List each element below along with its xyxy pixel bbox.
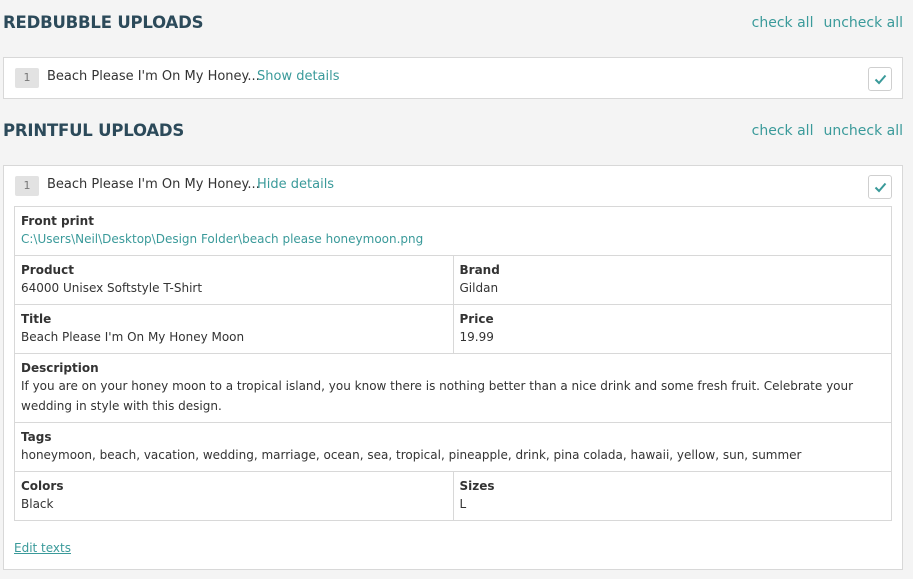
uploads-page: REDBUBBLE UPLOADS check all uncheck all 1… — [0, 0, 913, 579]
colors-value: Black — [21, 497, 54, 511]
redbubble-check-all-link[interactable]: check all — [752, 15, 814, 31]
tags-label: Tags — [21, 430, 52, 444]
price-value: 19.99 — [459, 330, 494, 344]
edit-texts-link[interactable]: Edit texts — [14, 541, 71, 555]
title-cell: Title Beach Please I'm On My Honey Moon — [15, 305, 453, 353]
details-row-description: Description If you are on your honey moo… — [15, 354, 891, 423]
sizes-value: L — [459, 497, 467, 511]
item-title: Beach Please I'm On My Honey... — [47, 69, 260, 84]
brand-cell: Brand Gildan — [452, 256, 892, 304]
colors-label: Colors — [21, 479, 64, 493]
product-cell: Product 64000 Unisex Softstyle T-Shirt — [15, 256, 453, 304]
title-label: Title — [21, 312, 52, 326]
printful-title: PRINTFUL UPLOADS — [3, 121, 185, 140]
price-label: Price — [459, 312, 494, 326]
details-row-front-print: Front print C:\Users\Neil\Desktop\Design… — [15, 207, 891, 256]
printful-check-all-link[interactable]: check all — [752, 123, 814, 139]
item-number-badge: 1 — [15, 68, 39, 88]
description-cell: Description If you are on your honey moo… — [15, 354, 891, 422]
details-table: Front print C:\Users\Neil\Desktop\Design… — [14, 206, 892, 521]
front-print-label: Front print — [21, 214, 94, 228]
redbubble-header: REDBUBBLE UPLOADS check all uncheck all — [0, 13, 913, 43]
check-icon — [874, 182, 886, 192]
redbubble-item-head: 1 Beach Please I'm On My Honey... Show d… — [4, 58, 902, 98]
printful-header: PRINTFUL UPLOADS check all uncheck all — [0, 121, 913, 151]
product-label: Product — [21, 263, 74, 277]
sizes-cell: Sizes L — [452, 472, 892, 520]
printful-upload-item: 1 Beach Please I'm On My Honey... Hide d… — [3, 165, 903, 570]
sizes-label: Sizes — [459, 479, 495, 493]
colors-cell: Colors Black — [15, 472, 453, 520]
redbubble-item-checkbox[interactable] — [868, 67, 892, 91]
tags-cell: Tags honeymoon, beach, vacation, wedding… — [15, 423, 891, 471]
details-row-tags: Tags honeymoon, beach, vacation, wedding… — [15, 423, 891, 472]
description-label: Description — [21, 361, 99, 375]
redbubble-check-links: check all uncheck all — [752, 15, 903, 31]
printful-uncheck-all-link[interactable]: uncheck all — [823, 123, 903, 139]
printful-item-checkbox[interactable] — [868, 175, 892, 199]
brand-label: Brand — [459, 263, 500, 277]
price-cell: Price 19.99 — [452, 305, 892, 353]
front-print-cell: Front print C:\Users\Neil\Desktop\Design… — [15, 207, 891, 255]
brand-value: Gildan — [459, 281, 499, 295]
printful-item-head: 1 Beach Please I'm On My Honey... Hide d… — [4, 166, 902, 206]
title-value: Beach Please I'm On My Honey Moon — [21, 330, 245, 344]
tags-value: honeymoon, beach, vacation, wedding, mar… — [21, 448, 802, 462]
front-print-path-link[interactable]: C:\Users\Neil\Desktop\Design Folder\beac… — [21, 229, 885, 249]
details-row-colors-sizes: Colors Black Sizes L — [15, 472, 891, 521]
details-row-title-price: Title Beach Please I'm On My Honey Moon … — [15, 305, 891, 354]
description-value: If you are on your honey moon to a tropi… — [21, 379, 854, 413]
item-title: Beach Please I'm On My Honey... — [47, 177, 260, 192]
check-icon — [874, 74, 886, 84]
redbubble-title: REDBUBBLE UPLOADS — [3, 13, 204, 32]
product-value: 64000 Unisex Softstyle T-Shirt — [21, 281, 203, 295]
hide-details-link[interactable]: Hide details — [257, 177, 334, 192]
details-row-product-brand: Product 64000 Unisex Softstyle T-Shirt B… — [15, 256, 891, 305]
item-number-badge: 1 — [15, 176, 39, 196]
redbubble-uncheck-all-link[interactable]: uncheck all — [823, 15, 903, 31]
printful-check-links: check all uncheck all — [752, 123, 903, 139]
redbubble-upload-item: 1 Beach Please I'm On My Honey... Show d… — [3, 57, 903, 99]
show-details-link[interactable]: Show details — [257, 69, 340, 84]
